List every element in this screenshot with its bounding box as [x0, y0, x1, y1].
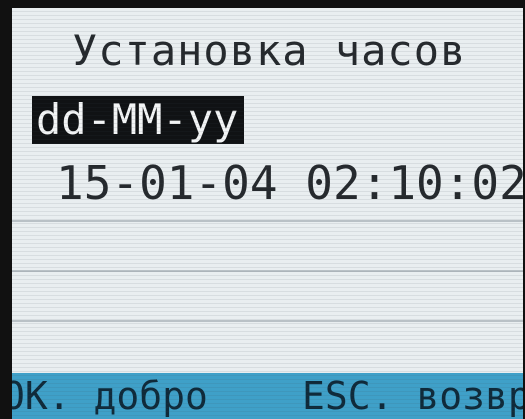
lcd-screen: Установка часов dd-MM-yy 15-01-04 02:10:…	[12, 8, 523, 419]
date-format-field[interactable]: dd-MM-yy	[32, 96, 245, 144]
row-divider	[12, 270, 523, 272]
softkey-bar: OK. добро ESC. возвр	[12, 373, 523, 419]
datetime-value[interactable]: 15-01-04 02:10:02	[56, 156, 523, 210]
ok-softkey[interactable]: OK. добро	[12, 375, 208, 417]
row-divider	[12, 320, 523, 322]
page-title: Установка часов	[72, 26, 467, 75]
row-divider	[12, 220, 523, 222]
device-frame: Установка часов dd-MM-yy 15-01-04 02:10:…	[0, 0, 525, 419]
esc-softkey[interactable]: ESC. возвр	[302, 375, 523, 417]
